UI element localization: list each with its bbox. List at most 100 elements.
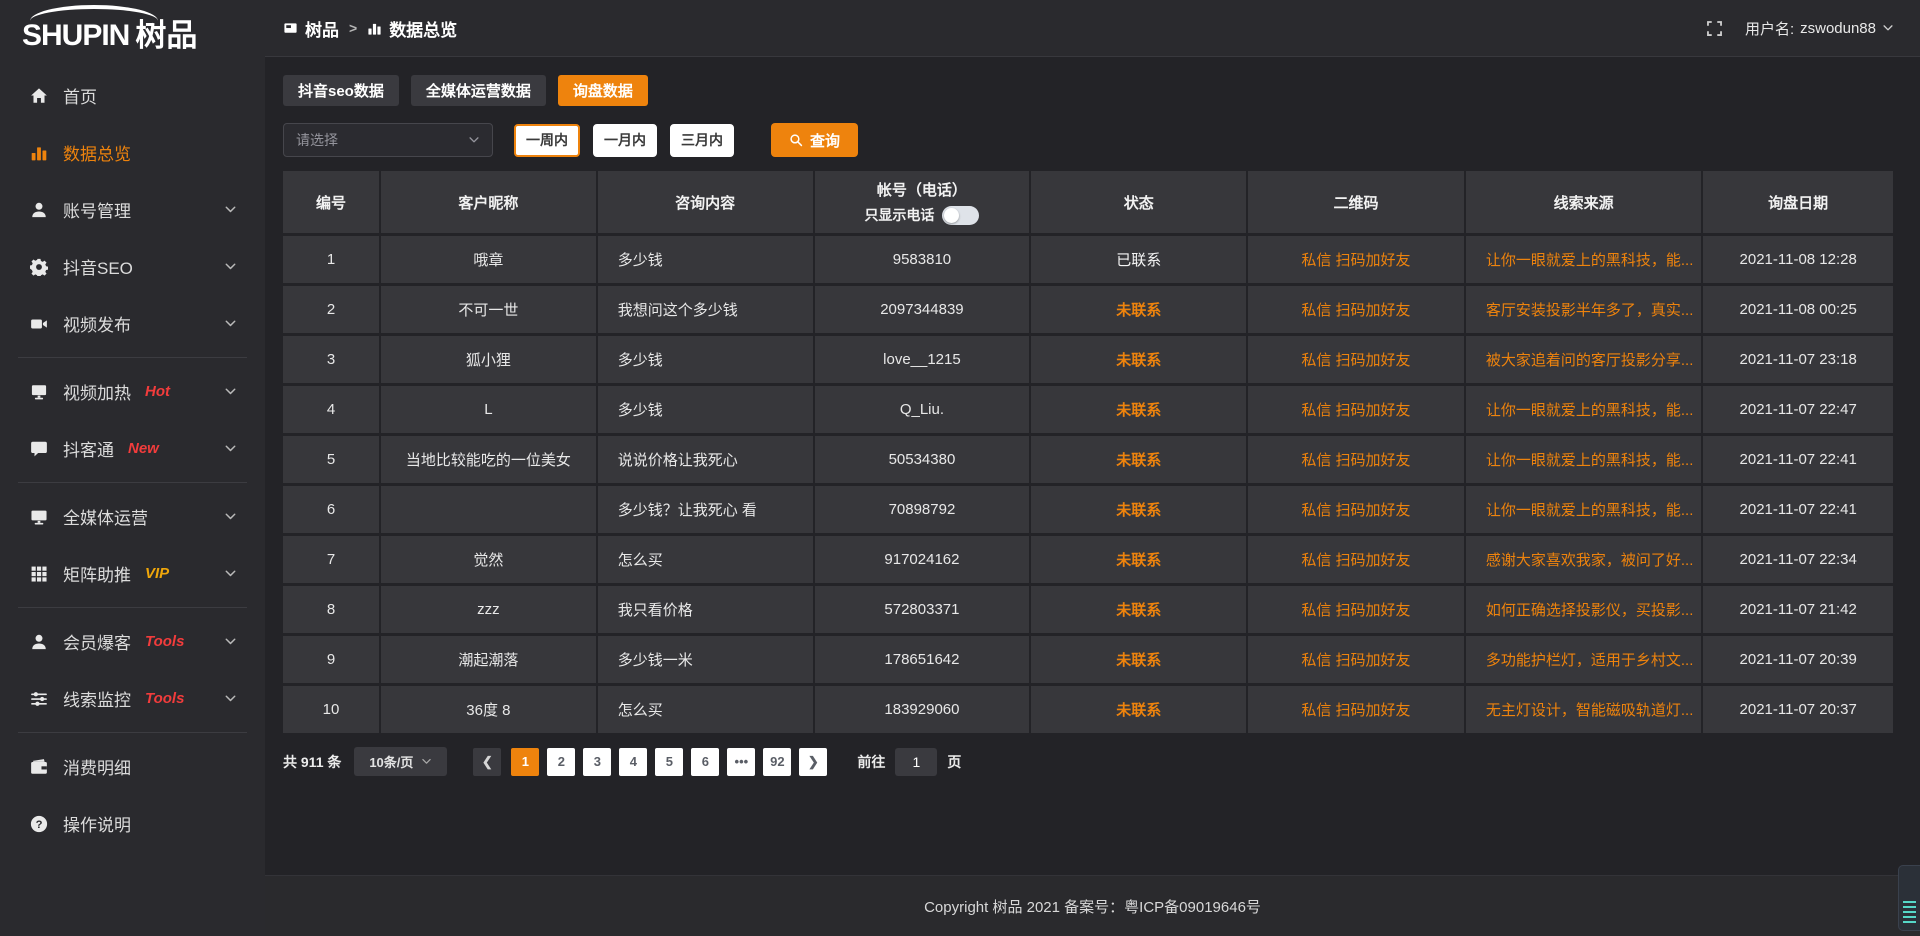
qr-links[interactable]: 私信 扫码加好友 (1301, 399, 1410, 420)
source-link[interactable]: 让你一眼就爱上的黑科技，能... (1486, 249, 1694, 270)
sidebar-item-clue-monitor[interactable]: 线索监控Tools (0, 670, 265, 727)
menu-divider (18, 482, 247, 483)
range-button-three-months[interactable]: 三月内 (670, 124, 734, 157)
cell-source: 多功能护栏灯，适用于乡村文... (1466, 636, 1702, 683)
sliders-icon (30, 690, 48, 708)
cell-qr: 私信 扫码加好友 (1248, 286, 1464, 333)
column-header-content: 咨询内容 (598, 171, 813, 233)
more-pages-button[interactable]: ••• (727, 748, 755, 776)
sidebar-item-label: 视频加热 (63, 379, 131, 404)
cell-status: 未联系 (1031, 636, 1246, 683)
search-button[interactable]: 查询 (771, 123, 858, 157)
page-button-2[interactable]: 2 (547, 748, 575, 776)
sidebar-item-matrix-boost[interactable]: 矩阵助推VIP (0, 545, 265, 602)
source-link[interactable]: 让你一眼就爱上的黑科技，能... (1486, 449, 1694, 470)
status-badge: 未联系 (1116, 449, 1161, 470)
qr-links[interactable]: 私信 扫码加好友 (1301, 699, 1410, 720)
cell-date: 2021-11-07 22:47 (1703, 386, 1893, 433)
source-link[interactable]: 如何正确选择投影仪，买投影... (1486, 599, 1694, 620)
tab-inquiry-data[interactable]: 询盘数据 (558, 75, 648, 106)
source-link[interactable]: 多功能护栏灯，适用于乡村文... (1486, 649, 1694, 670)
user-menu[interactable]: 用户名: zswodun88 (1745, 18, 1894, 39)
scroll-widget[interactable] (1898, 865, 1920, 931)
cell-nickname: 狐小狸 (381, 336, 596, 383)
sidebar-item-consume-detail[interactable]: 消费明细 (0, 738, 265, 795)
page-size-select[interactable]: 10条/页 (354, 747, 447, 776)
cell-content: 我只看价格 (598, 586, 813, 633)
sidebar-item-video-heat[interactable]: 视频加热Hot (0, 363, 265, 420)
cell-nickname: zzz (381, 586, 596, 633)
fullscreen-icon[interactable] (1706, 20, 1723, 37)
page-button-3[interactable]: 3 (583, 748, 611, 776)
cell-source: 让你一眼就爱上的黑科技，能... (1466, 436, 1702, 483)
page-button-1[interactable]: 1 (511, 748, 539, 776)
source-link[interactable]: 被大家追着问的客厅投影分享... (1486, 349, 1694, 370)
goto-page: 前往 页 (857, 748, 961, 776)
sidebar-item-home[interactable]: 首页 (0, 67, 265, 124)
cell-nickname: 觉然 (381, 536, 596, 583)
qr-links[interactable]: 私信 扫码加好友 (1301, 649, 1410, 670)
prev-page-button[interactable]: ❮ (473, 748, 501, 776)
qr-links[interactable]: 私信 扫码加好友 (1301, 599, 1410, 620)
breadcrumb-label: 数据总览 (389, 16, 457, 41)
source-link[interactable]: 感谢大家喜欢我家，被问了好... (1486, 549, 1694, 570)
cell-status: 未联系 (1031, 536, 1246, 583)
cell-date: 2021-11-07 22:41 (1703, 436, 1893, 483)
goto-page-input[interactable] (895, 748, 937, 776)
source-link[interactable]: 让你一眼就爱上的黑科技，能... (1486, 399, 1694, 420)
app-root: SHUPIN 树品 首页数据总览账号管理抖音SEO视频发布视频加热Hot抖客通N… (0, 0, 1920, 936)
phone-only-toggle[interactable] (942, 206, 979, 225)
filter-select[interactable]: 请选择 (283, 123, 493, 157)
sidebar-item-douketong[interactable]: 抖客通New (0, 420, 265, 477)
page-button-5[interactable]: 5 (655, 748, 683, 776)
sidebar-item-member-burst[interactable]: 会员爆客Tools (0, 613, 265, 670)
total-count-label: 共 911 条 (283, 752, 341, 772)
sidebar-item-data-overview[interactable]: 数据总览 (0, 124, 265, 181)
range-button-one-week[interactable]: 一周内 (514, 124, 580, 157)
page-button-4[interactable]: 4 (619, 748, 647, 776)
cell-content: 怎么买 (598, 536, 813, 583)
breadcrumb-item-app[interactable]: 树品 (283, 16, 339, 41)
status-badge: 未联系 (1116, 299, 1161, 320)
cell-qr: 私信 扫码加好友 (1248, 486, 1464, 533)
qr-links[interactable]: 私信 扫码加好友 (1301, 349, 1410, 370)
goto-label: 前往 (857, 752, 885, 772)
breadcrumb-item-page[interactable]: 数据总览 (367, 16, 457, 41)
cell-qr: 私信 扫码加好友 (1248, 586, 1464, 633)
next-page-button[interactable]: ❯ (799, 748, 827, 776)
cell-status: 未联系 (1031, 286, 1246, 333)
cell-source: 让你一眼就爱上的黑科技，能... (1466, 236, 1702, 283)
page-button-6[interactable]: 6 (691, 748, 719, 776)
cell-content: 多少钱一米 (598, 636, 813, 683)
sidebar-item-media-operation[interactable]: 全媒体运营 (0, 488, 265, 545)
sidebar-item-account-management[interactable]: 账号管理 (0, 181, 265, 238)
tab-media-operation-data[interactable]: 全媒体运营数据 (411, 75, 546, 106)
sidebar-item-douyin-seo[interactable]: 抖音SEO (0, 238, 265, 295)
svg-text:?: ? (36, 818, 43, 830)
page-button-92[interactable]: 92 (763, 748, 791, 776)
source-link[interactable]: 无主灯设计，智能磁吸轨道灯... (1486, 699, 1694, 720)
range-button-one-month[interactable]: 一月内 (593, 124, 657, 157)
qr-links[interactable]: 私信 扫码加好友 (1301, 499, 1410, 520)
toggle-knob (944, 208, 959, 223)
column-header-source: 线索来源 (1466, 171, 1702, 233)
sidebar-item-label: 视频发布 (63, 311, 131, 336)
status-badge: 未联系 (1116, 399, 1161, 420)
qr-links[interactable]: 私信 扫码加好友 (1301, 299, 1410, 320)
cell-id: 8 (283, 586, 379, 633)
sidebar-item-label: 抖音SEO (63, 254, 133, 279)
qr-links[interactable]: 私信 扫码加好友 (1301, 249, 1410, 270)
qr-links[interactable]: 私信 扫码加好友 (1301, 449, 1410, 470)
main-column: 树品 > 数据总览 用户名: zswodun88 抖音seo数据全媒体运营数据询… (265, 0, 1920, 936)
user2-icon (30, 633, 48, 651)
menu-badge-tools: Tools (145, 690, 184, 707)
cell-content: 说说价格让我死心 (598, 436, 813, 483)
column-header-label: 帐号（电话） (877, 179, 967, 200)
column-header-status: 状态 (1031, 171, 1246, 233)
sidebar-item-video-publish[interactable]: 视频发布 (0, 295, 265, 352)
qr-links[interactable]: 私信 扫码加好友 (1301, 549, 1410, 570)
source-link[interactable]: 让你一眼就爱上的黑科技，能... (1486, 499, 1694, 520)
sidebar-item-operation-guide[interactable]: ?操作说明 (0, 795, 265, 852)
tab-douyin-seo-data[interactable]: 抖音seo数据 (283, 75, 399, 106)
source-link[interactable]: 客厅安装投影半年多了，真实... (1486, 299, 1694, 320)
